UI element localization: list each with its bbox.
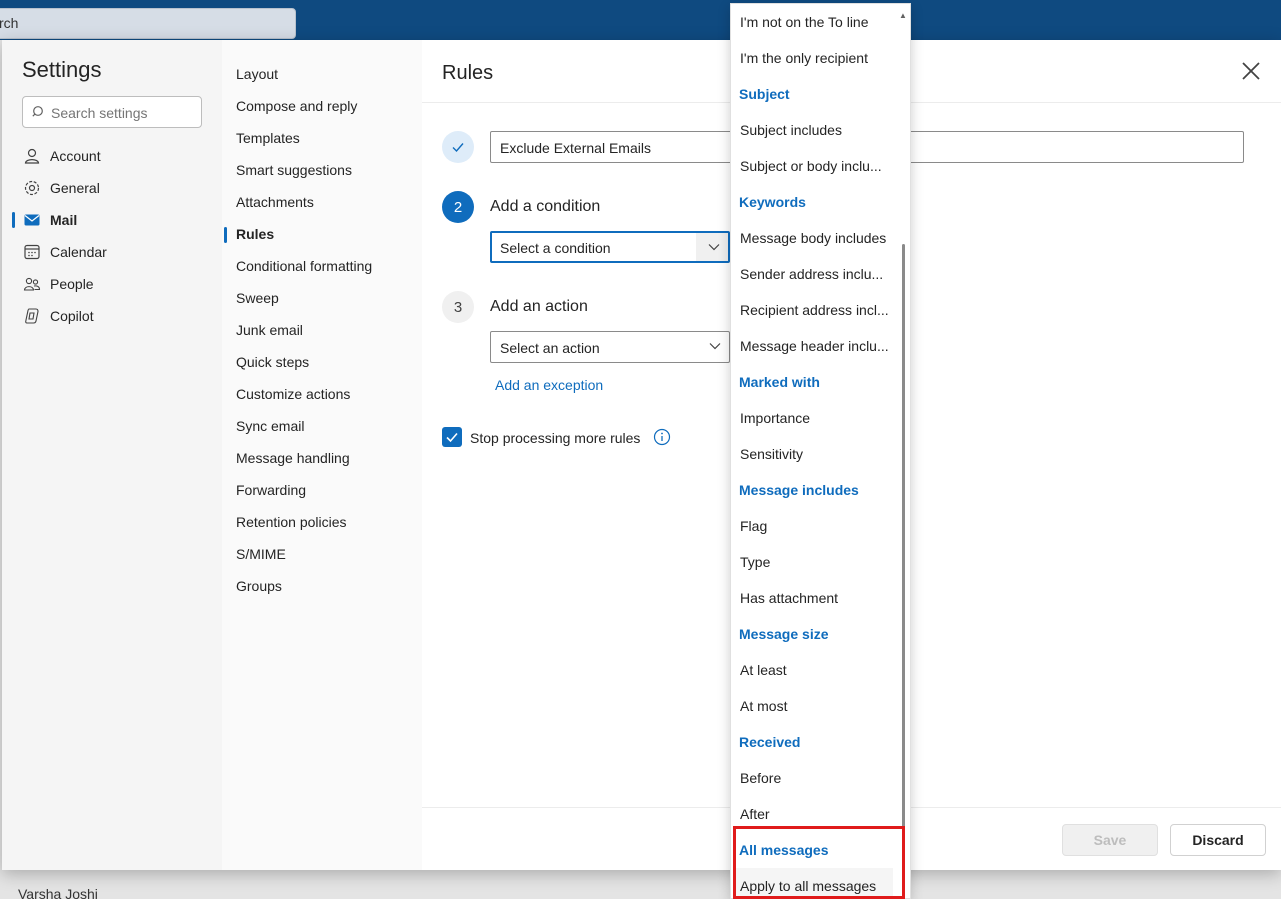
people-icon — [22, 274, 42, 294]
dropdown-option[interactable]: Subject includes — [731, 112, 901, 148]
mail-nav-groups[interactable]: Groups — [236, 578, 282, 598]
mail-nav-retention-policies[interactable]: Retention policies — [236, 514, 347, 534]
mail-nav-templates[interactable]: Templates — [236, 130, 300, 150]
step-2-label: Add a condition — [490, 198, 601, 215]
dropdown-option[interactable]: Subject or body inclu... — [731, 148, 901, 184]
step-3-indicator: 3 — [442, 291, 474, 323]
mail-nav-layout[interactable]: Layout — [236, 66, 278, 86]
settings-search-box[interactable] — [22, 96, 202, 128]
dropdown-group-header: Marked with — [739, 374, 820, 390]
dropdown-option[interactable]: Has attachment — [731, 580, 901, 616]
dropdown-option[interactable]: Sensitivity — [731, 436, 901, 472]
mail-nav-junk-email[interactable]: Junk email — [236, 322, 303, 342]
copilot-icon — [22, 306, 42, 326]
dropdown-group-header: Keywords — [739, 194, 806, 210]
step-1-complete-indicator — [442, 131, 474, 163]
dropdown-scrollbar-thumb[interactable] — [902, 244, 905, 884]
mail-settings-nav: Layout Compose and reply Templates Smart… — [222, 40, 422, 870]
dropdown-option[interactable]: Sender address inclu... — [731, 256, 901, 292]
calendar-icon — [22, 242, 42, 262]
nav-item-label: Account — [50, 148, 101, 164]
mail-nav-attachments[interactable]: Attachments — [236, 194, 314, 214]
dropdown-group-header: Message includes — [739, 482, 859, 498]
condition-select-value: Select a condition — [500, 240, 611, 256]
dropdown-option[interactable]: I'm the only recipient — [731, 40, 901, 76]
dropdown-group-header: Subject — [739, 86, 790, 102]
nav-item-label: Mail — [50, 212, 78, 228]
settings-search-input[interactable] — [51, 103, 196, 123]
page-title: Rules — [442, 62, 494, 84]
settings-title: Settings — [22, 57, 102, 82]
stop-processing-label: Stop processing more rules — [470, 430, 641, 446]
nav-item-people[interactable]: People — [22, 270, 212, 298]
dropdown-group-header: Received — [739, 734, 801, 750]
mail-nav-compose-and-reply[interactable]: Compose and reply — [236, 98, 357, 118]
user-name[interactable]: Varsha Joshi — [18, 886, 98, 899]
scroll-up-icon[interactable]: ▲ — [899, 12, 907, 20]
dropdown-option[interactable]: At least — [731, 652, 901, 688]
mail-nav-smime[interactable]: S/MIME — [236, 546, 286, 566]
condition-select[interactable]: Select a condition — [490, 231, 730, 263]
app-search-box[interactable]: rch — [0, 8, 296, 39]
mail-nav-customize-actions[interactable]: Customize actions — [236, 386, 350, 406]
mail-nav-quick-steps[interactable]: Quick steps — [236, 354, 309, 374]
nav-item-label: Copilot — [50, 308, 94, 324]
stop-processing-checkbox[interactable] — [442, 427, 462, 447]
dropdown-option[interactable]: Before — [731, 760, 901, 796]
settings-dialog: Settings Account General Mail Calendar P… — [2, 40, 1281, 870]
annotation-highlight-box — [733, 826, 905, 899]
mail-nav-conditional-formatting[interactable]: Conditional formatting — [236, 258, 372, 278]
nav-item-label: General — [50, 180, 100, 196]
dropdown-option[interactable]: Recipient address incl... — [731, 292, 901, 328]
close-icon[interactable] — [1240, 60, 1262, 82]
condition-dropdown-list[interactable]: I'm not on the To line I'm the only reci… — [730, 3, 911, 899]
dropdown-group-header: Message size — [739, 626, 829, 642]
dropdown-option[interactable]: Type — [731, 544, 901, 580]
dropdown-option[interactable]: Flag — [731, 508, 901, 544]
chevron-down-icon — [709, 343, 721, 350]
info-icon[interactable] — [653, 428, 671, 446]
action-select[interactable]: Select an action — [490, 331, 730, 363]
discard-button[interactable]: Discard — [1170, 824, 1266, 856]
mail-nav-smart-suggestions[interactable]: Smart suggestions — [236, 162, 352, 182]
settings-category-nav: Settings Account General Mail Calendar P… — [2, 40, 222, 870]
active-category-indicator — [12, 212, 15, 228]
nav-item-label: Calendar — [50, 244, 107, 260]
dropdown-option[interactable]: I'm not on the To line — [731, 4, 901, 40]
nav-item-general[interactable]: General — [22, 174, 212, 202]
add-exception-link[interactable]: Add an exception — [495, 377, 603, 393]
nav-item-account[interactable]: Account — [22, 142, 212, 170]
step-2-indicator: 2 — [442, 191, 474, 223]
search-icon — [32, 106, 43, 117]
action-select-value: Select an action — [500, 340, 600, 356]
nav-item-copilot[interactable]: Copilot — [22, 302, 212, 330]
mail-nav-rules[interactable]: Rules — [236, 226, 274, 246]
dropdown-option[interactable]: At most — [731, 688, 901, 724]
checkmark-icon — [452, 143, 464, 153]
mail-nav-sync-email[interactable]: Sync email — [236, 418, 304, 438]
mail-icon — [22, 210, 42, 230]
mail-nav-sweep[interactable]: Sweep — [236, 290, 279, 310]
dropdown-option[interactable]: Importance — [731, 400, 901, 436]
person-icon — [22, 146, 42, 166]
step-3-label: Add an action — [490, 298, 588, 315]
gear-icon — [22, 178, 42, 198]
dropdown-option[interactable]: Message body includes — [731, 220, 901, 256]
mail-nav-message-handling[interactable]: Message handling — [236, 450, 350, 470]
active-subcategory-indicator — [224, 227, 227, 243]
mail-nav-forwarding[interactable]: Forwarding — [236, 482, 306, 502]
dropdown-option[interactable]: Message header inclu... — [731, 328, 901, 364]
nav-item-calendar[interactable]: Calendar — [22, 238, 212, 266]
checkmark-icon — [446, 432, 458, 443]
save-button[interactable]: Save — [1062, 824, 1158, 856]
nav-item-label: People — [50, 276, 94, 292]
chevron-down-icon — [708, 244, 720, 251]
nav-item-mail[interactable]: Mail — [22, 206, 212, 234]
